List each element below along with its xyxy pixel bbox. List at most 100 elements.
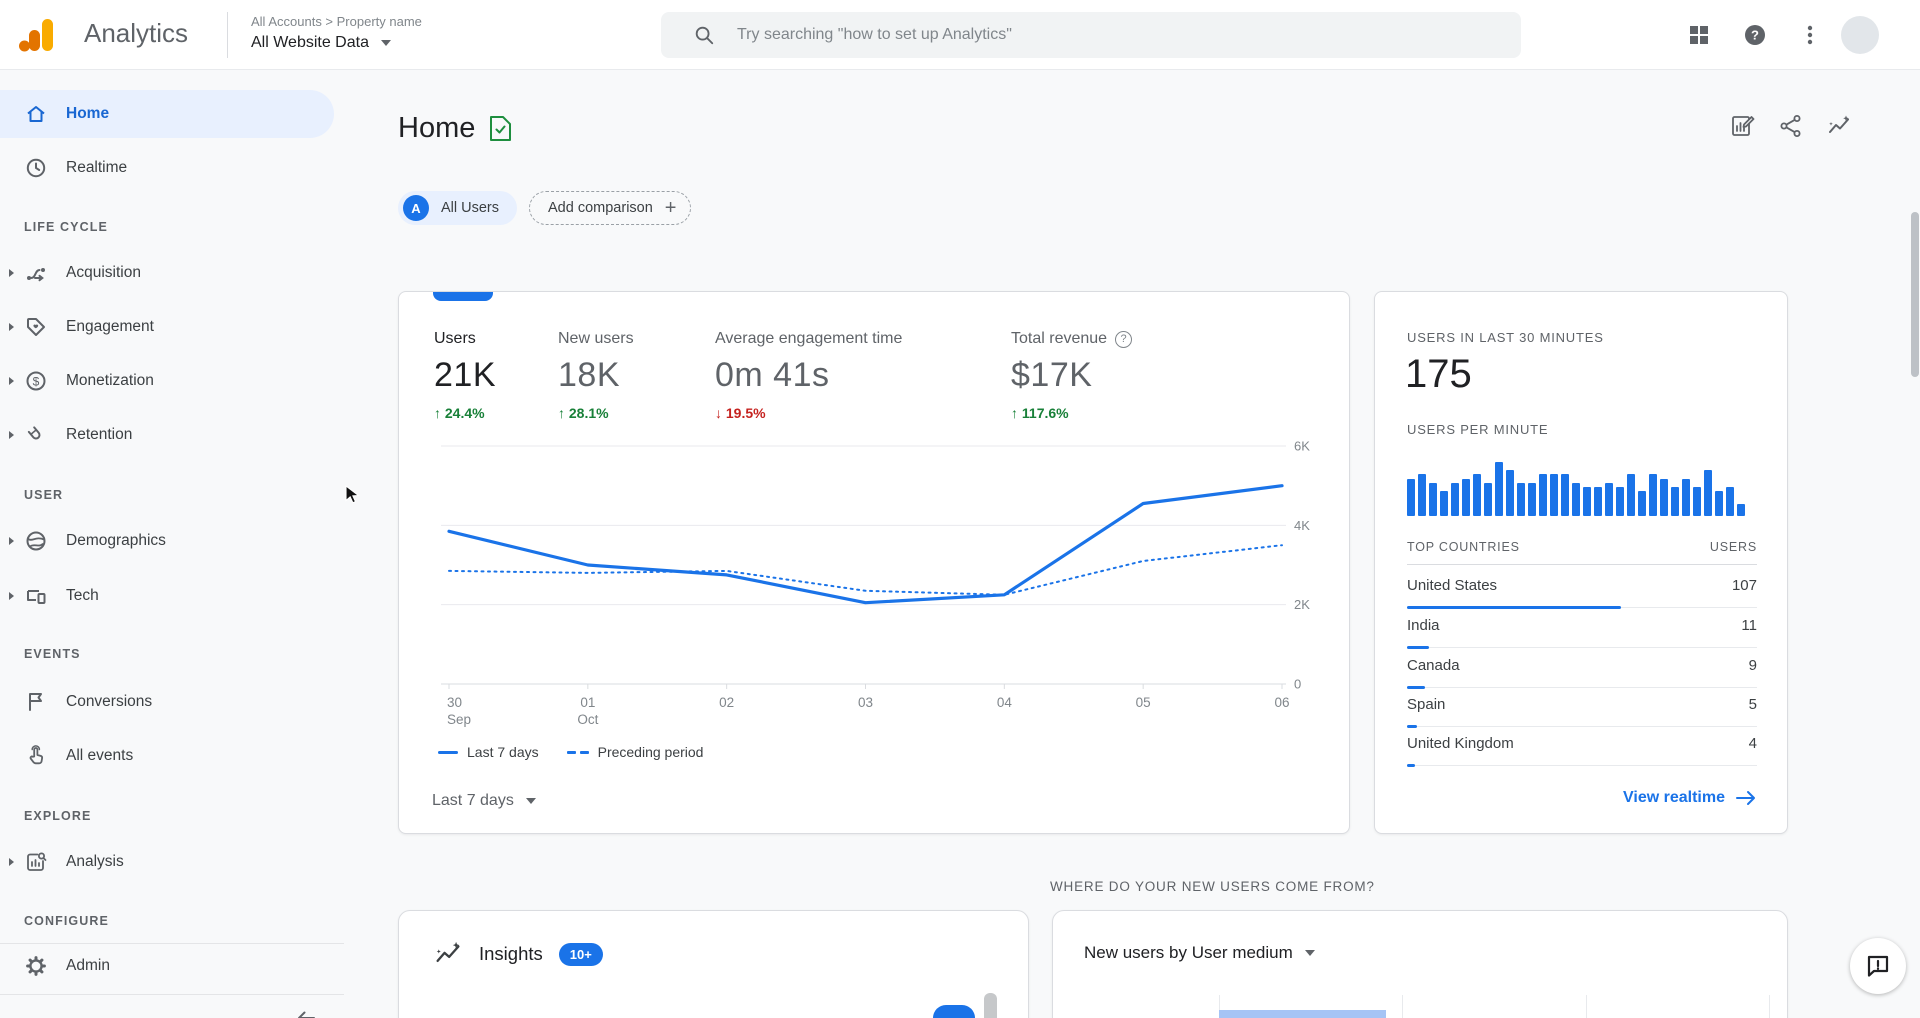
- minute-bar: [1484, 483, 1492, 516]
- chevron-down-icon: [525, 798, 536, 804]
- sidebar-item-label: Home: [66, 105, 110, 122]
- expand-caret-icon[interactable]: [9, 858, 14, 866]
- metric-total-revenue[interactable]: Total revenue ? $17K ↑ 117.6%: [1011, 330, 1133, 421]
- metric-avg-engagement-time[interactable]: Average engagement time 0m 41s ↓ 19.5%: [715, 330, 902, 421]
- minute-bar: [1495, 462, 1503, 516]
- plus-icon: +: [664, 197, 677, 219]
- chart-legend: Last 7 days Preceding period: [438, 744, 703, 760]
- minute-bar: [1451, 483, 1459, 516]
- acquisition-icon: [24, 261, 48, 285]
- sidebar-item-label: Tech: [66, 587, 99, 604]
- property-selector[interactable]: All Website Data: [251, 34, 391, 52]
- sidebar-item-retention[interactable]: Retention: [0, 415, 344, 455]
- view-realtime-link[interactable]: View realtime: [1623, 789, 1757, 807]
- sidebar-section-user: USER: [24, 488, 64, 502]
- metric-delta: ↑ 24.4%: [434, 405, 485, 421]
- minute-bar: [1407, 479, 1415, 516]
- minute-bar: [1429, 483, 1437, 516]
- sidebar-item-label: Demographics: [66, 532, 166, 549]
- sidebar-item-realtime[interactable]: Realtime: [0, 148, 344, 188]
- sidebar-item-home[interactable]: Home: [0, 90, 334, 138]
- minute-bar: [1726, 487, 1734, 516]
- country-bar-track: [1407, 764, 1757, 767]
- more-options-icon[interactable]: [1801, 24, 1819, 46]
- minute-bar: [1440, 491, 1448, 516]
- expand-caret-icon[interactable]: [9, 323, 14, 331]
- insights-scrollbar-thumb[interactable]: [984, 993, 997, 1018]
- property-selector-label: All Website Data: [251, 34, 369, 51]
- tech-icon: [24, 584, 48, 608]
- avatar[interactable]: [1841, 16, 1879, 54]
- new-users-dimension-selector[interactable]: New users by User medium: [1084, 943, 1315, 963]
- sidebar-item-label: Engagement: [66, 318, 154, 335]
- add-comparison-button[interactable]: Add comparison +: [529, 191, 692, 225]
- sidebar-item-label: Admin: [66, 957, 110, 974]
- up-arrow-icon: ↑: [558, 405, 565, 421]
- minute-bar: [1693, 487, 1701, 516]
- metric-label: Average engagement time: [715, 330, 903, 347]
- sidebar-item-monetization[interactable]: $ Monetization: [0, 361, 344, 401]
- search-bar[interactable]: [661, 12, 1521, 58]
- sidebar-item-engagement[interactable]: Engagement: [0, 307, 344, 347]
- search-input[interactable]: [737, 26, 1437, 44]
- legend-last-7-days: Last 7 days: [438, 744, 539, 760]
- metric-label: Total revenue ?: [1011, 330, 1133, 348]
- expand-caret-icon[interactable]: [9, 592, 14, 600]
- expand-caret-icon[interactable]: [9, 377, 14, 385]
- share-icon[interactable]: [1778, 113, 1804, 139]
- svg-text:03: 03: [858, 695, 873, 710]
- users-trend-line-chart: 0 2K 4K 6K 30 Sep 01 Oct 02 03 04 05 06: [441, 441, 1310, 727]
- mouse-cursor: [345, 485, 360, 504]
- all-users-chip[interactable]: A All Users: [398, 191, 518, 225]
- svg-text:$: $: [33, 375, 40, 389]
- customize-report-icon[interactable]: [1730, 113, 1756, 139]
- country-bar-fill: [1407, 764, 1416, 767]
- selected-metric-indicator: [433, 292, 493, 301]
- sidebar-item-analysis[interactable]: Analysis: [0, 842, 344, 882]
- insights-sparkle-icon: [436, 941, 460, 963]
- svg-text:2K: 2K: [1294, 597, 1310, 612]
- sidebar-item-all-events[interactable]: All events: [0, 736, 344, 776]
- metric-delta: ↑ 117.6%: [1011, 405, 1069, 421]
- revenue-help-icon[interactable]: ?: [1115, 330, 1133, 348]
- monetization-icon: $: [24, 369, 48, 393]
- svg-text:30: 30: [447, 695, 462, 710]
- metric-value: 18K: [558, 356, 620, 394]
- insights-title: Insights: [479, 943, 543, 964]
- svg-text:06: 06: [1274, 695, 1289, 710]
- ga-home-page: Analytics All Accounts > Property name A…: [0, 0, 1920, 1018]
- chevron-down-icon: [380, 40, 391, 46]
- expand-caret-icon[interactable]: [9, 537, 14, 545]
- expand-caret-icon[interactable]: [9, 431, 14, 439]
- page-scrollbar-thumb[interactable]: [1911, 212, 1919, 377]
- insights-icon[interactable]: [1826, 113, 1852, 139]
- metric-label: Users: [434, 330, 476, 347]
- metric-users[interactable]: Users 21K ↑ 24.4%: [434, 330, 496, 421]
- realtime-card: USERS IN LAST 30 MINUTES 175 USERS PER M…: [1374, 291, 1788, 834]
- sidebar-item-acquisition[interactable]: Acquisition: [0, 253, 344, 293]
- metric-new-users[interactable]: New users 18K ↑ 28.1%: [558, 330, 634, 421]
- metric-delta: ↑ 28.1%: [558, 405, 609, 421]
- sidebar-item-tech[interactable]: Tech: [0, 576, 344, 616]
- expand-caret-icon[interactable]: [9, 269, 14, 277]
- sidebar-item-label: Acquisition: [66, 264, 141, 281]
- analytics-logo-icon[interactable]: [18, 16, 56, 59]
- feedback-button[interactable]: [1850, 938, 1906, 994]
- breadcrumb[interactable]: All Accounts > Property name: [251, 14, 422, 29]
- app-header: Analytics All Accounts > Property name A…: [0, 0, 1920, 70]
- insights-header[interactable]: Insights 10+: [433, 939, 603, 969]
- minute-bar: [1583, 487, 1591, 516]
- date-range-selector[interactable]: Last 7 days: [432, 792, 536, 810]
- collapse-sidebar-icon[interactable]: [294, 1006, 318, 1018]
- apps-grid-icon[interactable]: [1688, 24, 1710, 46]
- minute-bar: [1671, 487, 1679, 516]
- minute-bar: [1594, 487, 1602, 516]
- minute-bar: [1506, 470, 1514, 516]
- sidebar-item-demographics[interactable]: Demographics: [0, 521, 344, 561]
- minute-bar: [1737, 504, 1745, 516]
- help-icon[interactable]: ?: [1744, 24, 1766, 46]
- sidebar-item-admin[interactable]: Admin: [0, 946, 344, 986]
- sidebar-item-conversions[interactable]: Conversions: [0, 682, 344, 722]
- minute-bar: [1649, 474, 1657, 516]
- country-row-canada: Canada 9: [1407, 648, 1757, 689]
